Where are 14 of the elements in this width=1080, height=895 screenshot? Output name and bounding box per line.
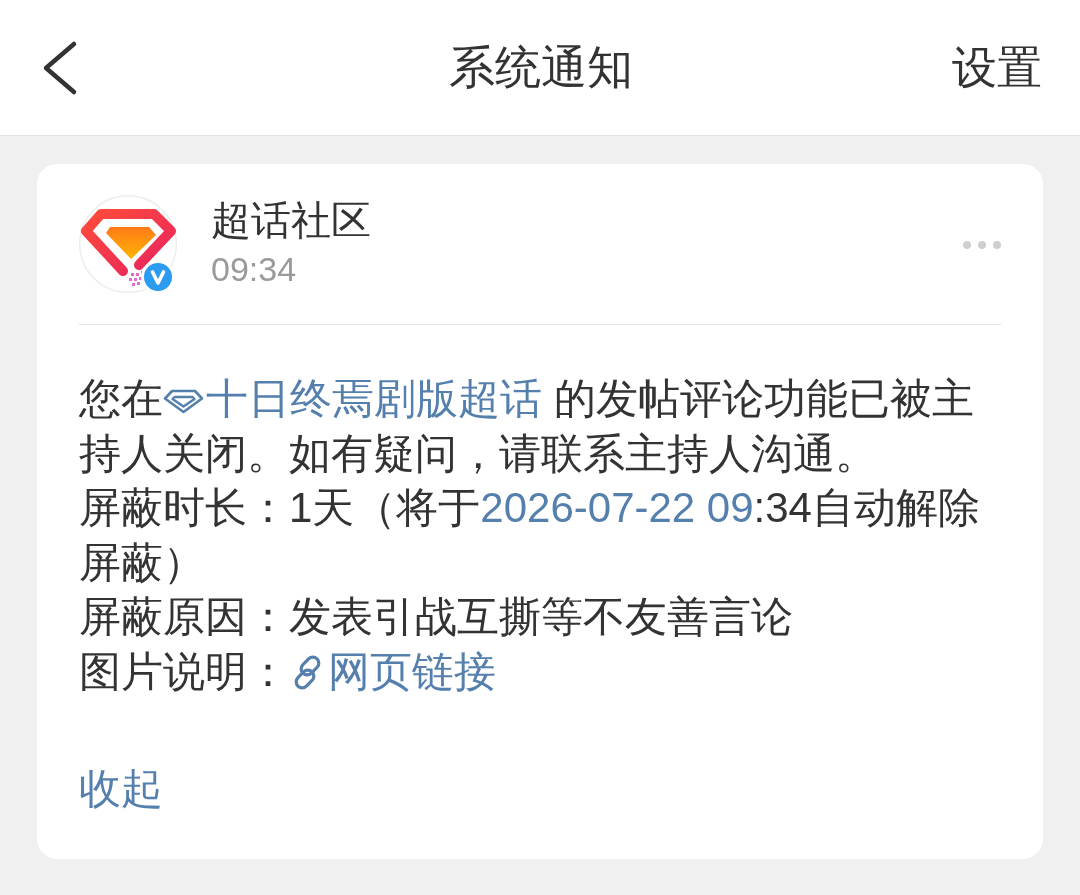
block-reason-text: 屏蔽原因：发表引战互撕等不友善言论: [79, 592, 794, 642]
web-link[interactable]: 网页链接: [289, 647, 496, 695]
block-duration-text: 屏蔽时长：1天（将于2026-07-22 09:34自动解除屏蔽）: [79, 483, 981, 588]
date-link[interactable]: 2026-07-22 09: [480, 484, 754, 531]
message-time: 09:34: [211, 249, 297, 290]
collapse-button[interactable]: 收起: [79, 762, 163, 817]
topic-link[interactable]: 十日终焉剧版超话: [163, 375, 542, 422]
image-caption-text: 图片说明： 网页链接: [79, 646, 497, 697]
page-title: 系统通知: [449, 39, 633, 95]
avatar-logo-icon[interactable]: [79, 195, 177, 293]
sender-name: 超话社区: [211, 197, 371, 244]
diamond-icon: [163, 389, 204, 414]
notice-message-text: 您在 十日终焉剧版超话 的发帖评论功能已被主持人关闭。如有疑问，请联系主持人沟通。: [79, 374, 975, 479]
settings-button[interactable]: 设置: [952, 37, 1042, 98]
